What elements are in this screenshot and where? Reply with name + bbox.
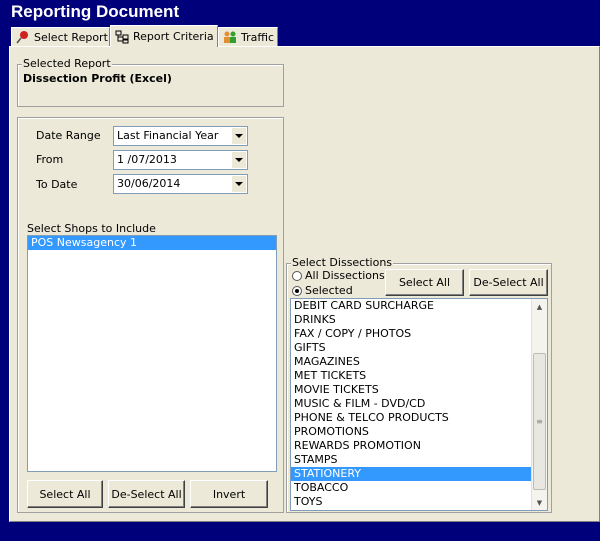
scroll-down-icon[interactable]: ▼	[532, 495, 547, 510]
chevron-down-icon[interactable]	[231, 128, 246, 144]
radio-selected[interactable]: Selected	[292, 284, 353, 297]
radio-circle-icon	[292, 270, 302, 281]
dissection-list-item[interactable]: DRINKS	[291, 313, 531, 327]
window-bottom-strip	[0, 522, 600, 541]
tab-label: Report Criteria	[133, 30, 214, 43]
pin-icon	[16, 30, 30, 44]
shop-list-item[interactable]: POS Newsagency 1	[28, 236, 276, 250]
radio-checked-icon	[292, 285, 302, 296]
dissection-list-item[interactable]: MUSIC & FILM - DVD/CD	[291, 397, 531, 411]
dissection-list-item[interactable]: MOVIE TICKETS	[291, 383, 531, 397]
report-criteria-panel: Selected Report Dissection Profit (Excel…	[9, 46, 600, 522]
dissection-list-item[interactable]: PHONE & TELCO PRODUCTS	[291, 411, 531, 425]
date-range-select[interactable]: Last Financial Year	[113, 126, 248, 146]
window-title: Reporting Document	[0, 0, 600, 28]
tab-label: Traffic	[241, 30, 275, 44]
dissections-list-items: DEBIT CARD SURCHARGE DRINKS FAX / COPY / P…	[291, 299, 547, 509]
to-date-label: To Date	[36, 178, 78, 191]
dissection-list-item[interactable]: STAMPS	[291, 453, 531, 467]
dissections-legend: Select Dissections	[291, 256, 394, 269]
selected-report-name: Dissection Profit (Excel)	[23, 72, 172, 85]
from-date-value: 1 /07/2013	[117, 153, 177, 166]
to-date-picker[interactable]: 30/06/2014	[113, 174, 248, 194]
scrollbar-thumb[interactable]: ≡	[533, 353, 546, 490]
radio-selected-label: Selected	[305, 284, 353, 297]
selected-report-group: Selected Report Dissection Profit (Excel…	[17, 57, 284, 107]
date-range-label: Date Range	[36, 129, 101, 142]
to-date-value: 30/06/2014	[117, 177, 181, 190]
shops-label: Select Shops to Include	[27, 222, 156, 235]
dissection-list-item[interactable]: STATIONERY	[291, 467, 531, 481]
dissections-group: Select Dissections All Dissections Selec…	[286, 256, 552, 513]
dissections-scrollbar[interactable]: ▲ ≡ ▼	[531, 299, 547, 510]
dissections-listbox[interactable]: DEBIT CARD SURCHARGE DRINKS FAX / COPY / P…	[290, 298, 548, 511]
tab-select-report[interactable]: Select Report	[11, 27, 110, 46]
people-icon	[223, 30, 237, 44]
shops-deselect-all-button[interactable]: De-Select All	[108, 480, 185, 508]
dissections-select-all-button[interactable]: Select All	[385, 269, 464, 296]
dissections-deselect-all-button[interactable]: De-Select All	[469, 269, 548, 296]
tab-traffic[interactable]: Traffic	[218, 27, 278, 46]
from-date-picker[interactable]: 1 /07/2013	[113, 150, 248, 170]
dissection-list-item[interactable]: TOYS	[291, 495, 531, 509]
radio-all-label: All Dissections	[305, 269, 385, 282]
tab-report-criteria[interactable]: Report Criteria	[110, 25, 218, 47]
dissection-list-item[interactable]: REWARDS PROMOTION	[291, 439, 531, 453]
from-label: From	[36, 153, 64, 166]
dissection-list-item[interactable]: TOBACCO	[291, 481, 531, 495]
chevron-down-icon[interactable]	[231, 176, 246, 192]
dissection-list-item[interactable]: FAX / COPY / PHOTOS	[291, 327, 531, 341]
tree-icon	[115, 30, 129, 44]
radio-all-dissections[interactable]: All Dissections	[292, 269, 385, 282]
shops-listbox[interactable]: POS Newsagency 1	[27, 235, 277, 472]
scroll-up-icon[interactable]: ▲	[532, 299, 547, 314]
shops-invert-button[interactable]: Invert	[190, 480, 268, 508]
dissection-list-item[interactable]: MET TICKETS	[291, 369, 531, 383]
tab-label: Select Report	[34, 30, 108, 44]
selected-report-legend: Selected Report	[22, 57, 112, 70]
criteria-group: Date Range Last Financial Year From 1 /0…	[17, 117, 284, 513]
date-range-value: Last Financial Year	[117, 129, 219, 142]
dissection-list-item[interactable]: PROMOTIONS	[291, 425, 531, 439]
shops-select-all-button[interactable]: Select All	[27, 480, 103, 508]
chevron-down-icon[interactable]	[231, 152, 246, 168]
dissection-list-item[interactable]: GIFTS	[291, 341, 531, 355]
dissection-list-item[interactable]: MAGAZINES	[291, 355, 531, 369]
dissection-list-item[interactable]: DEBIT CARD SURCHARGE	[291, 299, 531, 313]
